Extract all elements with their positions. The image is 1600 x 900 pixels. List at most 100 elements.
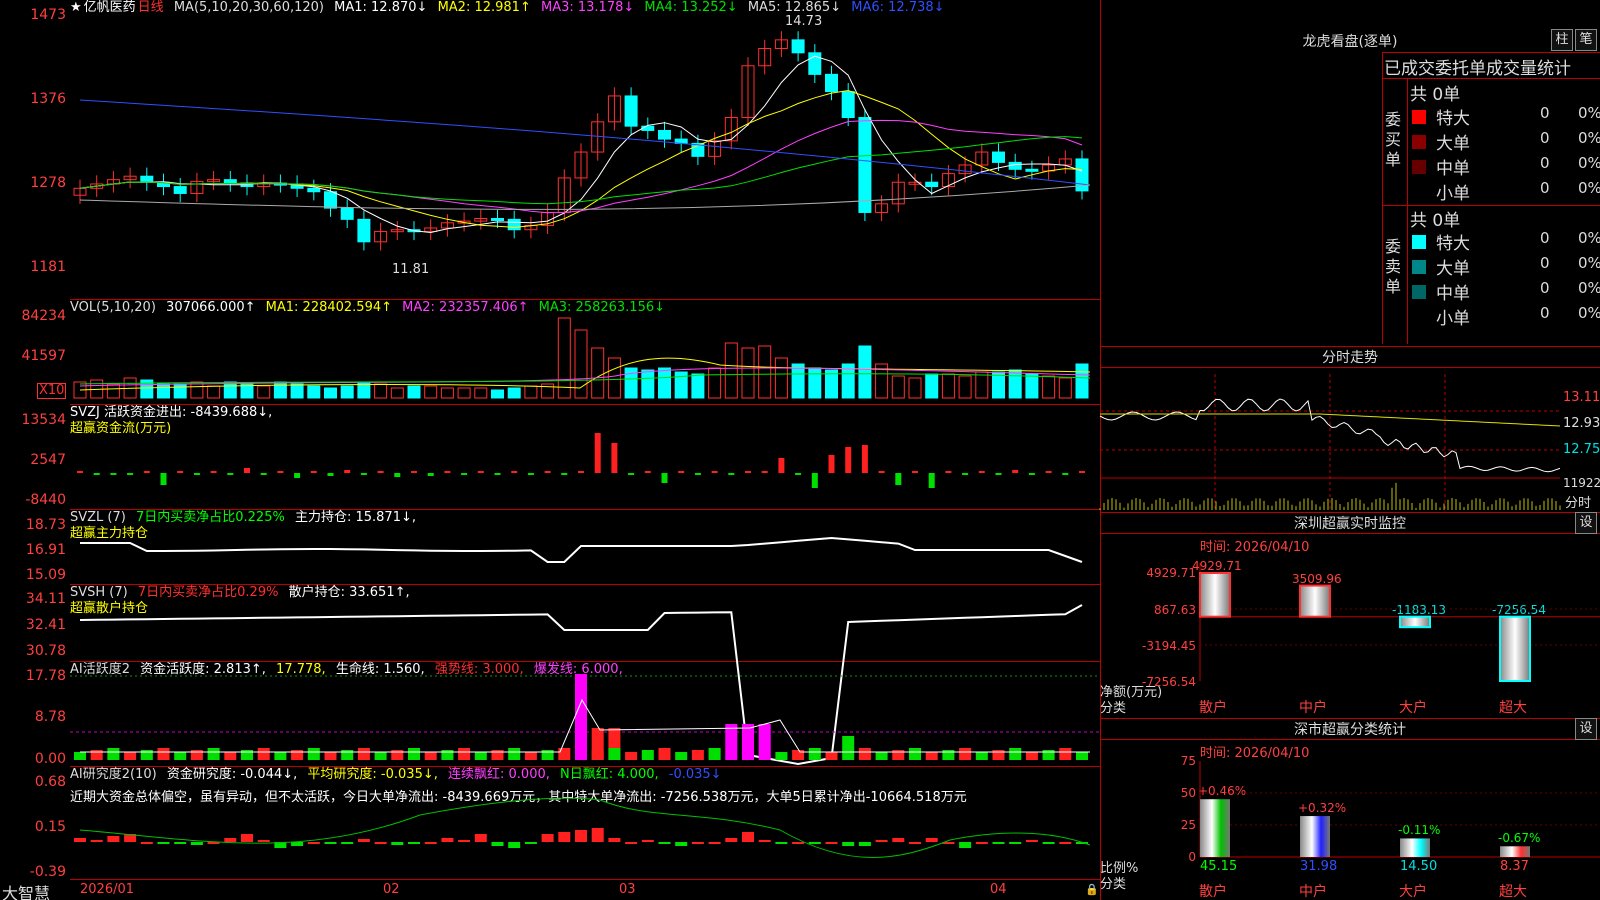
ma1-value: MA1: 12.870↓ [334,0,428,15]
svzl-axis-2: 16.91 [25,542,66,558]
price-axis-1: 1473 [30,7,66,23]
intraday-y2: 12.93 [1563,416,1600,431]
sell-row-count-3: 0 [1540,304,1550,322]
stock-name: 亿帆医药 [83,0,136,15]
lhb-tabs-label[interactable]: 已成交委托单成交量统计 [1384,54,1600,79]
buy-total: 共 0单 [1410,85,1461,105]
sz-value-1: 3509.96 [1292,571,1342,586]
buy-row-count-3: 0 [1540,179,1550,197]
svsh-sub: 超赢散户持仓 [70,601,149,616]
ss-settings-button[interactable]: 设 [1575,718,1597,740]
sz-value-3: -7256.54 [1492,602,1546,617]
svzj-sub: 超赢资金流(万元) [70,421,172,436]
ai2-nred: N日飘红: 4.000, [560,767,659,782]
buy-row-pct-3: 0% [1578,179,1600,197]
buy-row-name-1: 大单 [1436,134,1470,154]
favorite-star-icon[interactable]: ★ [70,0,82,15]
ai2-summary: 近期大资金总体偏空，虽有异动，但不太活跃，今日大单净流出: -8439.669万… [70,790,967,805]
ai1-burst: 爆发线: 6.000, [533,662,623,677]
svsh-ratio: 7日内买卖净占比0.29% [137,585,279,600]
ai-research-header: AI研究度2(10) 资金研究度: -0.044↓, 平均研究度: -0.035… [70,767,728,783]
ss-y1: 75 [1180,754,1196,768]
ai1-active: 资金活跃度: 2.813↑, [140,662,266,677]
ai2-axis-1: 0.68 [34,774,66,790]
buy-swatch-2 [1412,160,1426,174]
svsh-label: SVSH (7) [70,585,128,600]
ss-y4: 0 [1188,850,1196,864]
sz-cat-1: 中户 [1299,700,1327,716]
sz-monitor-title: 深圳超赢实时监控 [1100,512,1600,534]
ai1-axis-2: 8.78 [34,709,66,725]
sell-row-count-2: 0 [1540,279,1550,297]
date-axis: 大智慧 2026/01 02 03 04 🔒 [0,880,1100,900]
intraday-tag[interactable]: 分时 [1565,492,1591,511]
svzj-axis-2: 2547 [30,452,66,468]
ss-time: 时间: 2026/04/10 [1200,746,1310,761]
ai2-red: 连续飘红: 0.000, [448,767,550,782]
svsh-pos: 散户持仓: 33.651↑, [288,585,410,600]
ai-research-pane[interactable] [70,767,1100,880]
svzl-axis-1: 18.73 [25,517,66,533]
intraday-y3: 12.75 [1563,442,1600,457]
buy-swatch-1 [1412,135,1426,149]
buy-row-count-2: 0 [1540,154,1550,172]
svzl-header: SVZL (7) 7日内买卖净占比0.225% 主力持仓: 15.871↓, 超… [70,510,422,542]
ss-cat-0: 散户 [1199,884,1227,900]
svzl-pos: 主力持仓: 15.871↓, [294,510,416,525]
lock-icon[interactable]: 🔒 [1085,883,1099,896]
vol-ma1: MA1: 228402.594↑ [265,300,393,315]
sz-settings-button[interactable]: 设 [1575,512,1597,534]
pen-toggle-button[interactable]: 笔 [1575,29,1597,51]
buy-row-pct-1: 0% [1578,129,1600,147]
buy-row-pct-2: 0% [1578,154,1600,172]
sell-row-pct-0: 0% [1578,229,1600,247]
price-high-label: 14.73 [785,14,823,29]
sz-y3: -3194.45 [1142,639,1196,653]
date-tick-3: 03 [619,882,636,897]
period-label[interactable]: 日线 [138,0,164,15]
svzl-sub: 超赢主力持仓 [70,526,149,541]
buy-row-count-1: 0 [1540,129,1550,147]
intraday-title[interactable]: 分时走势 [1100,346,1600,368]
sell-total: 共 0单 [1410,211,1461,231]
bar-toggle-button[interactable]: 柱 [1551,29,1573,51]
vol-axis-1: 84234 [21,308,66,324]
sell-row-name-2: 中单 [1436,284,1470,304]
sell-swatch-0 [1412,235,1426,249]
ai2-label: AI研究度2(10) [70,767,157,782]
ai1-life: 生命线: 1.560, [335,662,425,677]
ss-cat-3: 超大 [1499,884,1527,900]
sell-row-count-0: 0 [1540,229,1550,247]
vol-value: 307066.000↑ [166,300,256,315]
date-tick-2: 02 [383,882,400,897]
ss-top-0: +0.46% [1198,784,1247,799]
sz-cat-0: 散户 [1199,700,1227,716]
sz-value-2: -1183.13 [1392,602,1446,617]
ss-y2: 50 [1180,786,1196,800]
svsh-axis-3: 30.78 [25,643,66,659]
svzj-axis-1: 13534 [21,412,66,428]
buy-row-count-0: 0 [1540,104,1550,122]
price-axis-4: 1181 [30,259,66,275]
vol-ma3: MA3: 258263.156↓ [538,300,666,315]
ai1-axis-3: 0.00 [34,751,66,767]
ma3-value: MA3: 13.178↓ [540,0,635,15]
vol-scale-badge: X10 [37,383,67,399]
intraday-y1: 13.11 [1563,390,1600,405]
ss-top-3: -0.67% [1498,831,1541,846]
svzj-label: SVZJ 活跃资金进出: -8439.688↓, [70,405,273,420]
sz-cat-3: 超大 [1499,700,1527,716]
ai2-research: 资金研究度: -0.044↓, [166,767,298,782]
date-tick-1: 2026/01 [80,882,135,897]
svsh-header: SVSH (7) 7日内买卖净占比0.29% 散户持仓: 33.651↑, 超赢… [70,585,416,617]
price-pane[interactable] [70,0,1100,300]
sell-row-pct-1: 0% [1578,254,1600,272]
svzj-axis-3: -8440 [25,492,66,508]
sell-row-name-3: 小单 [1436,309,1470,329]
ai1-label: AI活跃度2 [70,662,130,677]
ma5-value: MA5: 12.865↓ [747,0,842,15]
ss-value-3: 8.37 [1500,859,1529,874]
svzl-axis-3: 15.09 [25,567,66,583]
svzl-label: SVZL (7) [70,510,126,525]
price-low-label: 11.81 [392,262,430,277]
